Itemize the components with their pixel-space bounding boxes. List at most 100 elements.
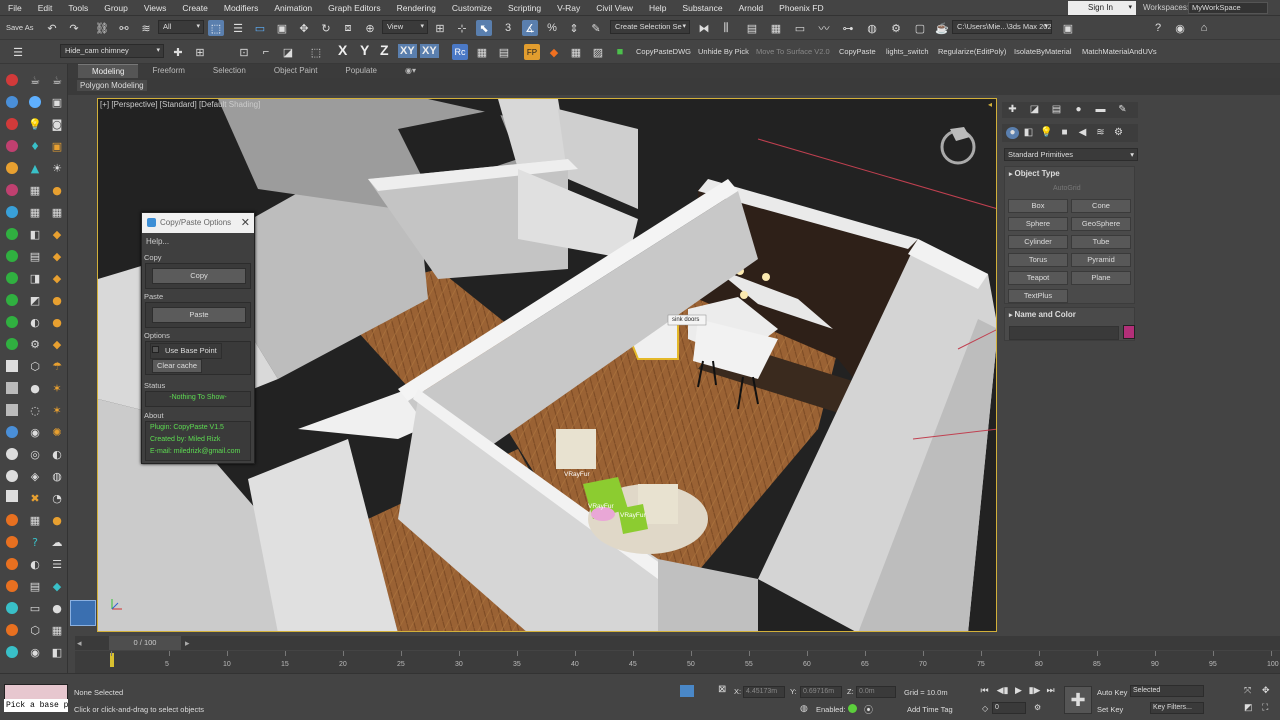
menu-item-phoenix-fd[interactable]: Phoenix FD — [771, 0, 831, 16]
selection-lock-icon[interactable]: ⊠ — [718, 684, 726, 695]
object-color-swatch[interactable] — [1123, 325, 1135, 339]
time-config-icon[interactable]: ⚙ — [1034, 703, 1041, 712]
shapes-icon[interactable]: ◧ — [1022, 127, 1035, 139]
render-setup-icon[interactable]: ⚙ — [888, 20, 904, 36]
rotate-icon[interactable]: ↻ — [318, 20, 334, 36]
key-mode-toggle-icon[interactable]: ◇ — [982, 704, 988, 713]
x-axis-constraint[interactable]: X — [338, 42, 347, 58]
script-unhide-by-pick[interactable]: Unhide By Pick — [698, 44, 749, 60]
menu-item-file[interactable]: File — [0, 0, 30, 16]
tab-object-paint[interactable]: Object Paint — [260, 64, 332, 78]
enabled-toggle-icon[interactable] — [848, 704, 857, 713]
help-menu[interactable]: Help... — [146, 237, 169, 246]
script-copypaste[interactable]: CopyPaste — [839, 44, 876, 60]
mirror-icon[interactable]: ⧓ — [696, 20, 712, 36]
next-frame-icon[interactable]: ▸ — [185, 638, 190, 649]
unlink-icon[interactable]: ⚯ — [116, 20, 132, 36]
menu-item-group[interactable]: Group — [96, 0, 136, 16]
modify-tab-icon[interactable]: ◪ — [1028, 104, 1041, 116]
cylinder-button[interactable]: Cylinder — [1008, 235, 1068, 249]
tube-button[interactable]: Tube — [1071, 235, 1131, 249]
set-key-big-icon[interactable]: ✚ — [1064, 686, 1092, 714]
adaptive-degradation-icon[interactable]: ◍ — [800, 703, 808, 714]
pyramid-button[interactable]: Pyramid — [1071, 253, 1131, 267]
layer-explorer-icon[interactable]: ▦ — [768, 20, 784, 36]
autodesk-account-icon[interactable]: ◉ — [1172, 20, 1188, 36]
bind-space-warp-icon[interactable]: ≋ — [138, 20, 154, 36]
menu-item-help[interactable]: Help — [641, 0, 674, 16]
edit-named-selection-icon[interactable]: ✎ — [588, 20, 604, 36]
workspaces-dropdown[interactable]: MyWorkSpace — [1188, 2, 1268, 14]
image-icon[interactable]: ▨ — [590, 44, 606, 60]
menu-item-rendering[interactable]: Rendering — [389, 0, 444, 16]
display-tab-icon[interactable]: ▬ — [1094, 104, 1107, 116]
menu-item-views[interactable]: Views — [136, 0, 175, 16]
tab-populate[interactable]: Populate — [331, 64, 391, 78]
name-and-color-header[interactable]: ▸ Name and Color — [1005, 308, 1134, 323]
rendered-frame-window-icon[interactable]: ▢ — [912, 20, 928, 36]
clear-cache-button[interactable]: Clear cache — [152, 359, 202, 373]
copy-button[interactable]: Copy — [152, 268, 246, 284]
time-tag-icon[interactable]: ⦿ — [864, 703, 873, 716]
maxscript-mini-listener-input[interactable]: Pick a base p — [4, 699, 68, 712]
snap-face-icon[interactable]: ◪ — [280, 44, 296, 60]
systems-icon[interactable]: ⚙ — [1112, 127, 1125, 139]
viewport-label[interactable]: [+] [Perspective] [Standard] [Default Sh… — [100, 100, 260, 109]
helpers-icon[interactable]: ◀ — [1076, 127, 1089, 139]
tab-selection[interactable]: Selection — [199, 64, 260, 78]
viewport-layout-icon[interactable] — [70, 600, 96, 626]
menu-item-edit[interactable]: Edit — [30, 0, 61, 16]
torus-button[interactable]: Torus — [1008, 253, 1068, 267]
add-time-tag-button[interactable]: Add Time Tag — [907, 705, 953, 714]
curve-editor-icon[interactable]: 〰 — [816, 20, 832, 36]
isolate-selection-icon[interactable] — [680, 685, 694, 697]
green-square-icon[interactable]: ■ — [612, 44, 628, 60]
close-icon[interactable]: ✕ — [241, 213, 250, 233]
zoom-extents-icon[interactable]: ⤧ — [1244, 685, 1251, 696]
object-type-header[interactable]: ▸ Object Type — [1005, 167, 1134, 182]
menu-item-arnold[interactable]: Arnold — [731, 0, 772, 16]
y-axis-constraint[interactable]: Y — [360, 42, 369, 58]
key-filters-button[interactable]: Key Filters... — [1150, 702, 1204, 714]
field-of-view-icon[interactable]: ◩ — [1244, 702, 1253, 713]
z-axis-constraint[interactable]: Z — [380, 42, 389, 58]
script-regularize[interactable]: Regularize(EditPoly) — [938, 44, 1006, 60]
lights-icon[interactable]: 💡 — [1040, 127, 1053, 139]
menu-item-create[interactable]: Create — [174, 0, 216, 16]
select-manipulate-icon[interactable]: ⬉ — [476, 20, 492, 36]
left-toolbar-icons[interactable]: ☕ ☕ ▣ 💡 ◙ ♦ ▣ ▲ ☀ ▦ ● ▦ ▦ ◧ ◆ ▤ ◆ ◨ ◆ ◩ ● ◐ ● ⚙ ◆ ⬡ ☂… — [0, 64, 68, 680]
tab-freeform[interactable]: Freeform — [138, 64, 198, 78]
maximize-viewport-icon[interactable]: ⛶ — [1262, 702, 1268, 713]
align-icon[interactable]: ⫼ — [718, 20, 734, 36]
ribbon-toggle-icon[interactable]: ▭ — [792, 20, 808, 36]
space-warps-icon[interactable]: ≋ — [1094, 127, 1107, 139]
script-isolate-by-material[interactable]: IsolateByMaterial — [1014, 44, 1072, 60]
geosphere-button[interactable]: GeoSphere — [1071, 217, 1131, 231]
play-icon[interactable]: ▶ — [1012, 684, 1025, 697]
geometry-icon[interactable]: ● — [1006, 127, 1019, 139]
redo-icon[interactable]: ↷ — [66, 20, 82, 36]
key-mode-icon[interactable]: ⊹ — [454, 20, 470, 36]
script-copypastedwg[interactable]: CopyPasteDWG — [636, 44, 691, 60]
autogrid-checkbox[interactable]: AutoGrid — [1053, 185, 1081, 192]
paste-button[interactable]: Paste — [152, 307, 246, 323]
sphere-button[interactable]: Sphere — [1008, 217, 1068, 231]
menu-item-scripting[interactable]: Scripting — [500, 0, 549, 16]
go-to-start-icon[interactable]: ⏮ — [978, 684, 991, 697]
go-to-end-icon[interactable]: ⏭ — [1044, 684, 1057, 697]
project-folder-icon[interactable]: ▣ — [1060, 20, 1076, 36]
script-match-material-uvs[interactable]: MatchMaterialAndUVs — [1082, 44, 1157, 60]
cone-button[interactable]: Cone — [1071, 199, 1131, 213]
selection-filter-dropdown[interactable]: All — [158, 20, 204, 34]
object-name-input[interactable] — [1009, 326, 1119, 340]
snap-vertex-icon[interactable]: ⊡ — [236, 44, 252, 60]
textplus-button[interactable]: TextPlus — [1008, 289, 1068, 303]
help-icon[interactable]: ? — [1150, 20, 1166, 36]
dialog-titlebar[interactable]: Copy/Paste Options ✕ — [142, 213, 254, 233]
link-icon[interactable]: ⛓ — [94, 20, 110, 36]
polygon-modeling-panel[interactable]: Polygon Modeling — [76, 79, 148, 92]
pan-icon[interactable]: ✥ — [1262, 685, 1270, 696]
layer-dropdown[interactable]: Hide_cam chimney — [60, 44, 164, 58]
select-object-icon[interactable]: ⬚ — [208, 20, 224, 36]
timeline-track[interactable]: 5 10 15 20 25 30 35 40 45 50 55 60 65 70 75 80 85 90 95 100 — [75, 651, 1280, 673]
